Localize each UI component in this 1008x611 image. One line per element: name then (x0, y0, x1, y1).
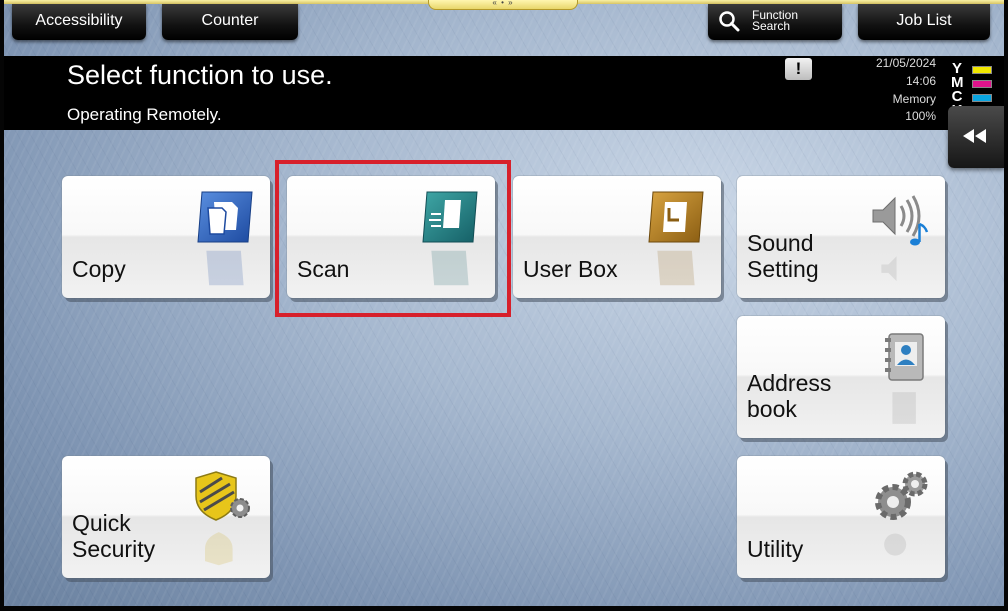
toner-level-y (972, 66, 992, 74)
magnifier-icon (719, 11, 740, 32)
address-book-label: Address book (747, 370, 832, 422)
speaker-music-icon (872, 195, 929, 246)
collapse-panel-button[interactable] (948, 106, 1004, 168)
address-book-icon-reflection (892, 392, 916, 424)
address-book-tile[interactable]: Address book (737, 316, 945, 438)
utility-label: Utility (747, 536, 804, 562)
scan-tile[interactable]: Scan (287, 176, 495, 298)
scan-icon (422, 191, 478, 243)
mfp-home-screen: « • » Accessibility Counter Function Sea… (0, 0, 1008, 611)
time-display: 14:06 (905, 74, 936, 88)
scan-label: Scan (297, 256, 350, 282)
user-box-tile[interactable]: User Box (513, 176, 721, 298)
date-display: 21/05/2024 (875, 56, 936, 70)
warning-icon[interactable]: ! (785, 58, 812, 80)
copy-icon-reflection (206, 250, 244, 286)
toner-level-m (972, 80, 992, 88)
accessibility-button[interactable]: Accessibility (12, 4, 146, 40)
counter-button[interactable]: Counter (162, 4, 298, 40)
function-search-label: Function Search (752, 8, 799, 33)
address-book-icon (885, 333, 924, 381)
gears-icon-reflection (884, 533, 907, 556)
memory-value: 100% (905, 109, 936, 123)
copy-label: Copy (72, 256, 126, 282)
copy-tile[interactable]: Copy (62, 176, 270, 298)
user-box-icon-reflection (657, 250, 695, 286)
sound-setting-tile[interactable]: Sound Setting (737, 176, 945, 298)
gears-icon (875, 471, 928, 520)
memory-label: Memory (892, 92, 936, 106)
job-list-button[interactable]: Job List (858, 4, 990, 40)
page-title: Select function to use. (67, 60, 333, 90)
quick-security-tile[interactable]: Quick Security (62, 456, 270, 578)
speaker-icon-reflection (881, 256, 897, 282)
screen-bezel-right (1004, 0, 1008, 611)
function-search-button[interactable]: Function Search (708, 4, 842, 40)
top-panel-handle[interactable]: « • » (428, 0, 578, 10)
quick-security-label: Quick Security (72, 510, 156, 562)
user-box-label: User Box (523, 256, 618, 282)
screen-bezel-bottom (0, 606, 1008, 611)
shield-gear-icon (195, 471, 250, 521)
scan-icon-reflection (431, 250, 469, 286)
user-box-icon (648, 191, 704, 243)
toner-level-c (972, 94, 992, 102)
screen-bezel-left (0, 0, 4, 611)
copy-icon (197, 191, 253, 243)
sound-setting-label: Sound Setting (747, 230, 819, 282)
message-header: Select function to use. Operating Remote… (4, 56, 1004, 130)
status-message: Operating Remotely. (67, 105, 222, 124)
utility-tile[interactable]: Utility (737, 456, 945, 578)
double-chevron-left-icon (963, 129, 986, 143)
shield-icon-reflection (205, 532, 233, 566)
